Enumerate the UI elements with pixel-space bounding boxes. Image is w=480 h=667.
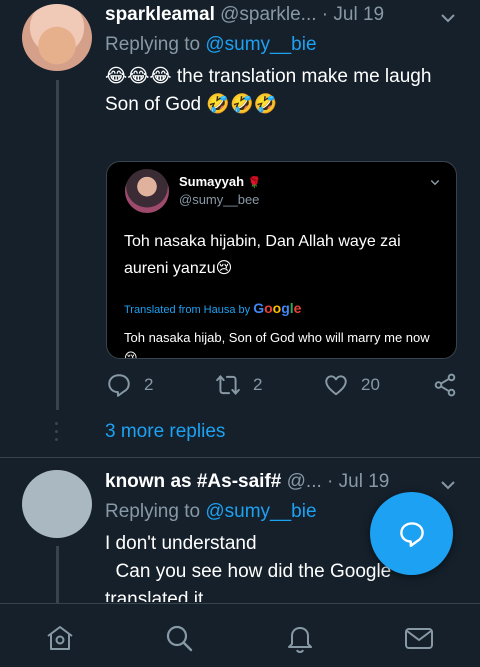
handle[interactable]: @... [287, 471, 322, 492]
separator-dot: · [327, 471, 334, 492]
tweet-header: sparkleamal @sparkle... · Jul 19 [105, 3, 384, 27]
google-logo: Google [253, 300, 302, 316]
handle[interactable]: @sparkle... [220, 4, 316, 25]
replying-prefix: Replying to [105, 501, 206, 522]
quoted-text: Toh nasaka hijabin, Dan Allah waye zai a… [124, 233, 401, 277]
reply-button[interactable]: 2 [106, 372, 153, 398]
compose-reply-icon [399, 521, 424, 547]
tweet-text: 😂😂😂 the translation make me laugh Son of… [105, 63, 435, 119]
nav-home[interactable] [44, 622, 76, 654]
nav-notifications[interactable] [284, 622, 316, 654]
replying-prefix: Replying to [105, 34, 206, 55]
chevron-down-icon[interactable] [440, 10, 456, 26]
chevron-down-icon[interactable] [429, 176, 441, 188]
like-button[interactable]: 20 [323, 372, 380, 398]
tweet-text-line: 😂😂😂 the translation make me laugh [105, 66, 432, 87]
divider [0, 457, 480, 458]
avatar[interactable] [22, 4, 92, 71]
mail-icon [405, 628, 433, 649]
retweet-icon [216, 375, 240, 395]
tweet-date[interactable]: Jul 19 [333, 4, 384, 25]
tweet-header: known as #As-saif# @... · Jul 19 [105, 470, 389, 494]
quoted-handle[interactable]: @sumy__bee [179, 192, 259, 207]
compose-reply-button[interactable] [370, 492, 453, 575]
thread-line [56, 546, 59, 603]
quoted-display-name[interactable]: Sumayyah 🌹 [179, 174, 261, 189]
share-icon [434, 373, 456, 397]
replying-to: Replying to @sumy__bie [105, 34, 317, 56]
tweet-text-line: Son of God 🤣🤣🤣 [105, 94, 278, 115]
quoted-avatar[interactable] [125, 169, 169, 213]
tweet-text-line: translated it [105, 589, 204, 602]
mention-link[interactable]: @sumy__bie [205, 501, 316, 522]
tweet-text-line: Can you see how did the Google [105, 561, 392, 582]
nav-search[interactable] [163, 622, 195, 654]
chevron-down-icon[interactable] [440, 477, 456, 493]
nav-messages[interactable] [403, 622, 435, 654]
mention-link[interactable]: @sumy__bie [205, 34, 316, 55]
retweet-count: 2 [253, 375, 263, 394]
share-button[interactable] [432, 372, 458, 398]
display-name[interactable]: known as #As-saif# [105, 471, 281, 492]
retweet-button[interactable]: 2 [215, 372, 262, 398]
display-name[interactable]: sparkleamal [105, 4, 215, 25]
thread-dots [55, 422, 59, 446]
tweet-actions: 2 2 20 [0, 372, 480, 402]
like-count: 20 [361, 375, 380, 394]
replying-to: Replying to @sumy__bie [105, 501, 317, 523]
translated-text: Toh nasaka hijab, Son of God who will ma… [124, 330, 430, 359]
tweet-date[interactable]: Jul 19 [339, 471, 390, 492]
quoted-tweet[interactable]: Sumayyah 🌹 @sumy__bee Toh nasaka hijabin… [106, 161, 457, 359]
avatar[interactable] [22, 470, 92, 538]
translated-by[interactable]: Translated from Hausa by Google [124, 300, 301, 316]
separator-dot: · [321, 4, 329, 25]
quoted-name-text: Sumayyah [179, 174, 245, 189]
bottom-nav [0, 603, 480, 667]
bell-icon [288, 627, 312, 654]
translated-label: Translated from Hausa by [124, 304, 254, 316]
home-icon [47, 626, 73, 650]
thread-line [56, 80, 59, 410]
rose-emoji: 🌹 [247, 177, 262, 189]
reply-count: 2 [144, 375, 154, 394]
more-replies-link[interactable]: 3 more replies [105, 421, 225, 443]
search-icon [166, 625, 193, 652]
heart-icon [325, 375, 347, 396]
reply-icon [108, 374, 130, 397]
